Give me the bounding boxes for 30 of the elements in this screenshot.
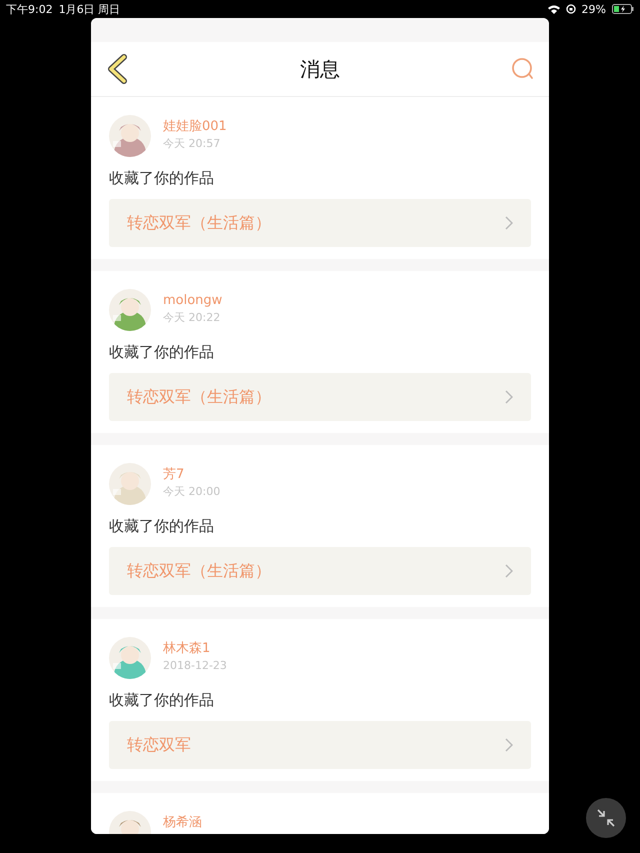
battery-percent: 29%	[582, 2, 606, 16]
message-text: 收藏了你的作品	[109, 691, 215, 710]
chevron-icon	[505, 738, 513, 752]
message-time: 今天 20:57	[163, 137, 222, 150]
message-text: 收藏了你的作品	[109, 343, 215, 362]
collapse-button[interactable]	[586, 798, 626, 838]
work-link[interactable]: 转恋双军（生活篇）	[109, 373, 531, 421]
user-name[interactable]: 杨希涵	[163, 815, 202, 830]
message-time: 今天 20:22	[163, 311, 222, 324]
rotation-lock-icon	[566, 4, 576, 14]
user-name[interactable]: 芳7	[163, 467, 220, 482]
status-date: 1月6日 周日	[58, 2, 120, 16]
message-time: 今天 20:00	[163, 485, 220, 498]
work-link[interactable]: 转恋双军	[109, 721, 531, 769]
message-text: 收藏了你的作品	[109, 169, 215, 188]
work-link[interactable]: 转恋双军（生活篇）	[109, 199, 531, 247]
work-link[interactable]: 转恋双军（生活篇）	[109, 547, 531, 595]
wifi-icon	[548, 4, 560, 14]
chevron-icon	[505, 390, 513, 404]
message-time: 2018-12-23	[163, 659, 227, 672]
chevron-icon	[505, 564, 513, 578]
status-time: 下午9:02	[6, 2, 53, 16]
battery-icon	[612, 4, 634, 14]
user-name[interactable]: molongw	[163, 293, 222, 308]
page-title: 消息	[300, 56, 340, 82]
message-text: 收藏了你的作品	[109, 517, 215, 536]
collapse-icon	[596, 808, 616, 828]
chevron-icon	[505, 216, 513, 230]
user-name[interactable]: 林木森1	[163, 641, 227, 656]
user-name[interactable]: 娃娃脸001	[163, 119, 227, 134]
